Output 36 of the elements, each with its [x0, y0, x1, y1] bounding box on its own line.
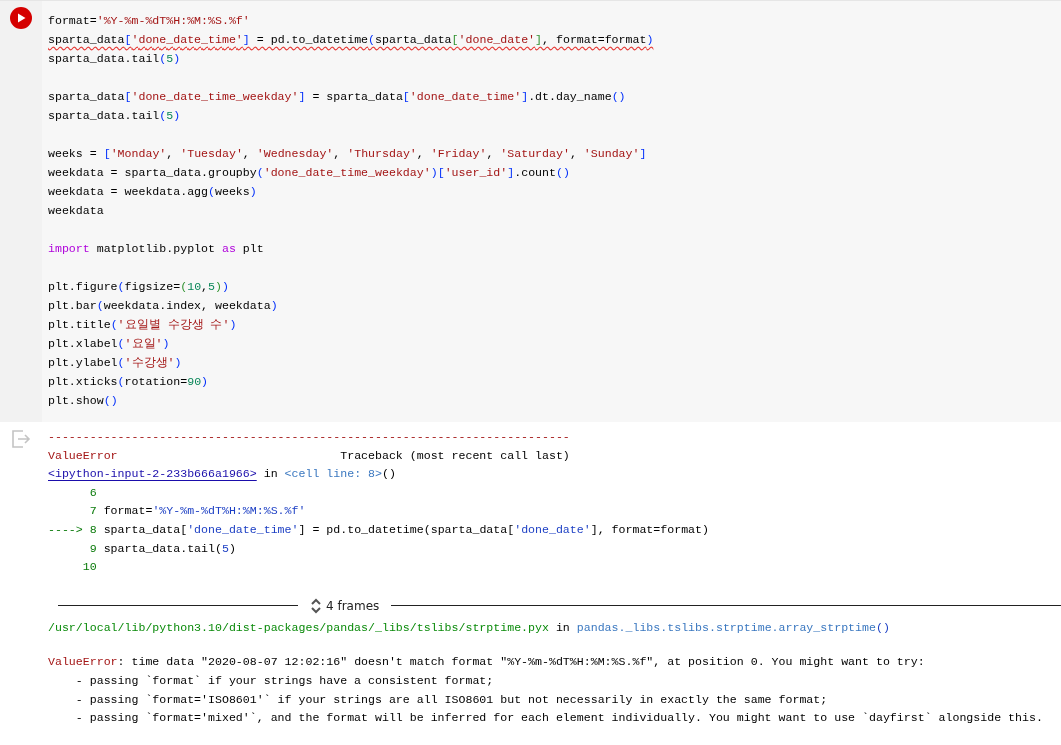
code-line: plt.xlabel('요일') — [48, 336, 170, 352]
frames-toggle[interactable]: 4 frames — [308, 596, 382, 615]
traceback-line: /usr/local/lib/python3.10/dist-packages/pandas/_libs/tslibs/strptime.pyx in pandas._libs.tslibs.strptime.array_strptime() — [48, 619, 890, 636]
traceback-line: 7 format='%Y-%m-%dT%H:%M:%S.%f' — [88, 503, 306, 520]
error-message-line: - passing `format='mixed'`, and the format will be inferred for each element individually. You might want to use `dayfirst` alongside this. — [74, 710, 1043, 727]
code-line: weekdata — [48, 203, 104, 219]
error-message-line: - passing `format` if your strings have a consistent format; — [74, 672, 494, 689]
code-line: format='%Y-%m-%dT%H:%M:%S.%f' — [48, 13, 250, 29]
code-line: plt.xticks(rotation=90) — [48, 374, 209, 390]
traceback-line: <ipython-input-2-233b666a1966> in <cell line: 8>() — [48, 466, 396, 483]
traceback-line: 10 — [81, 559, 97, 576]
traceback-line: 9 sparta_data.tail(5) — [88, 540, 236, 557]
code-line: sparta_data.tail(5) — [48, 51, 181, 67]
code-line: weekdata = sparta_data.groupby('done_date_time_weekday')['user_id'].count() — [48, 165, 570, 181]
run-button[interactable] — [10, 7, 32, 29]
error-message-line: ValueError: time data "2020-08-07 12:02:16" doesn't match format "%Y-%m-%dT%H:%M:%S.%f", at position 0. You might want to try: — [48, 654, 925, 671]
code-line: import matplotlib.pyplot as plt — [48, 241, 264, 257]
code-line: plt.ylabel('수강생') — [48, 355, 182, 371]
code-line: sparta_data['done_date_time'] = pd.to_datetime(sparta_data['done_date'], format=format) — [48, 32, 654, 48]
exit-icon — [11, 430, 31, 448]
traceback-line: --------------------------------------------------------------------------- — [48, 429, 570, 445]
code-line: weekdata = weekdata.agg(weeks) — [48, 184, 257, 200]
traceback-line: 6 — [88, 484, 97, 501]
play-icon — [16, 13, 26, 23]
traceback-line: ValueError Traceback (most recent call last) — [48, 447, 570, 464]
code-line: sparta_data.tail(5) — [48, 108, 181, 124]
traceback-line: ----> 8 sparta_data['done_date_time'] = pd.to_datetime(sparta_data['done_date'], format=format) — [48, 521, 709, 538]
code-line: sparta_data['done_date_time_weekday'] = sparta_data['done_date_time'].dt.day_name() — [48, 89, 626, 105]
traceback-link[interactable]: <ipython-input-2-233b666a1966> — [48, 467, 257, 481]
code-line: plt.show() — [48, 393, 118, 409]
code-line: plt.bar(weekdata.index, weekdata) — [48, 298, 278, 314]
error-message-line: - passing `format='ISO8601'` if your strings are all ISO8601 but not necessarily in exactly the same format; — [74, 691, 828, 708]
code-line: weeks = ['Monday', 'Tuesday', 'Wednesday', 'Thursday', 'Friday', 'Saturday', 'Sunday'] — [48, 146, 647, 162]
code-line: plt.figure(figsize=(10,5)) — [48, 279, 229, 295]
expand-icon — [310, 596, 322, 615]
code-line: plt.title('요일별 수강생 수') — [48, 317, 237, 333]
